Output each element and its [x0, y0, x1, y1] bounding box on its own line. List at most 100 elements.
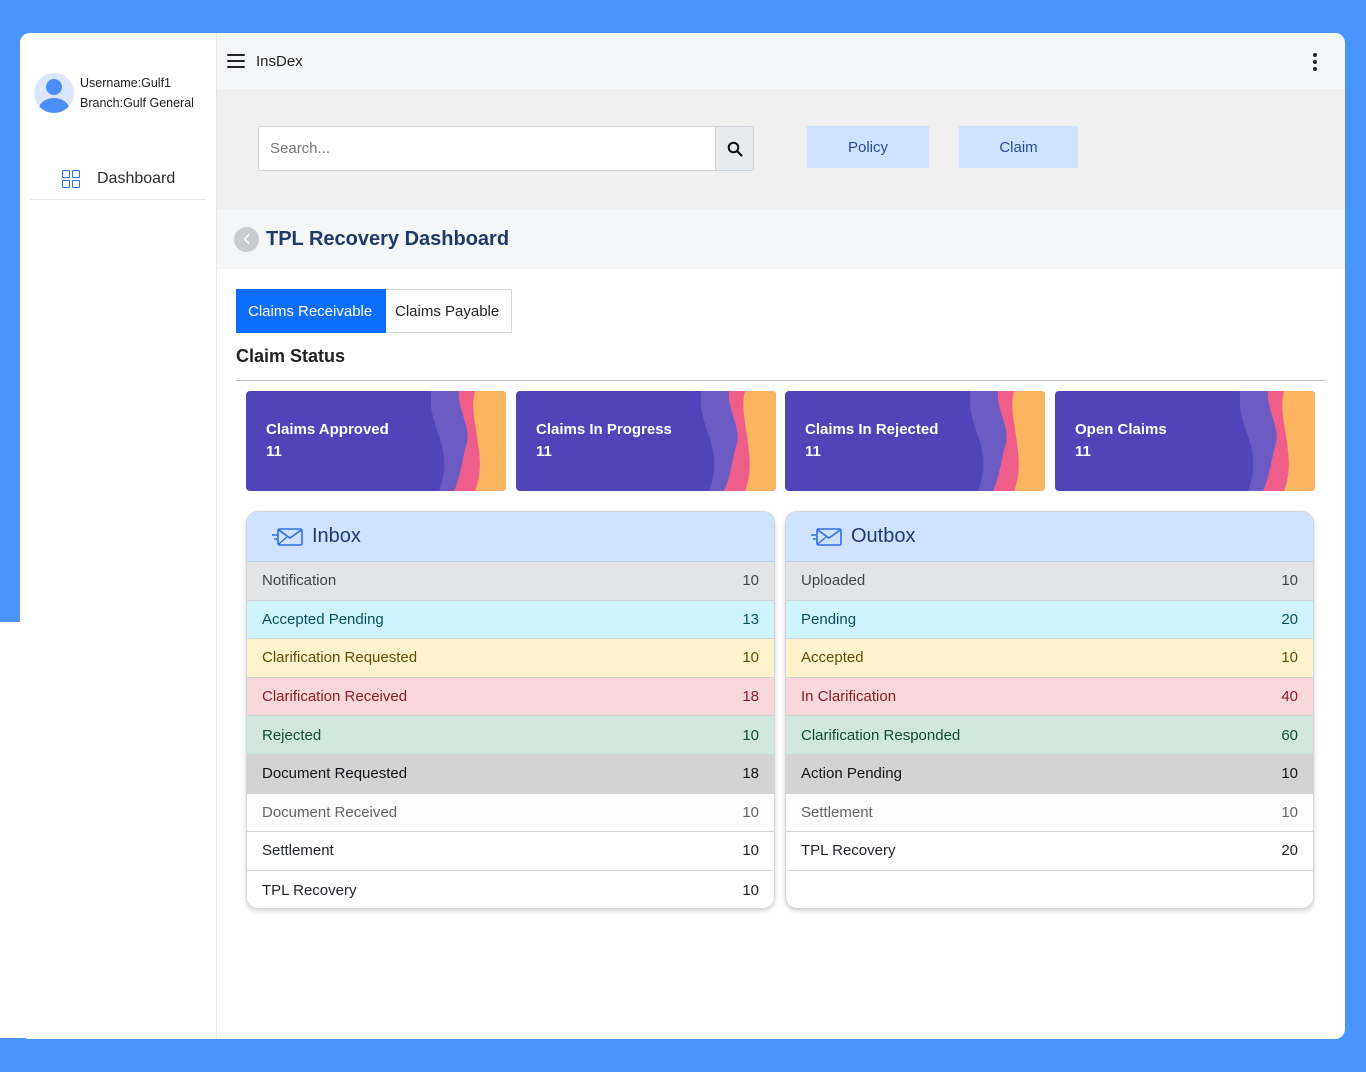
row-label: Notification — [262, 572, 337, 590]
row-count: 40 — [1281, 688, 1298, 706]
more-options-icon[interactable] — [1313, 53, 1317, 71]
wave-decoration — [970, 391, 1045, 491]
row-count: 10 — [742, 726, 759, 744]
wave-decoration — [1240, 391, 1315, 491]
card-value: 11 — [1075, 443, 1091, 460]
outbox-row[interactable]: TPL Recovery 20 — [786, 832, 1313, 871]
page-header: TPL Recovery Dashboard — [217, 209, 1345, 269]
inbox-row[interactable]: TPL Recovery 10 — [247, 870, 774, 908]
row-count: 10 — [742, 572, 759, 590]
status-card-in-progress[interactable]: Claims In Progress 11 — [516, 391, 776, 491]
search-input[interactable] — [259, 127, 715, 170]
row-label: Accepted — [801, 649, 864, 667]
row-count: 18 — [742, 765, 759, 783]
row-label: Accepted Pending — [262, 610, 384, 628]
card-value: 11 — [805, 443, 821, 460]
inbox-header: Inbox — [247, 512, 774, 562]
sidebar: Username:Gulf1 Branch:Gulf General Dashb… — [20, 33, 217, 1039]
inbox-panel: Inbox Notification 10 Accepted Pending 13 … — [246, 511, 775, 909]
row-count: 10 — [1281, 649, 1298, 667]
app-window: Username:Gulf1 Branch:Gulf General Dashb… — [20, 33, 1345, 1039]
status-card-open[interactable]: Open Claims 11 — [1055, 391, 1315, 491]
status-card-rejected[interactable]: Claims In Rejected 11 — [785, 391, 1045, 491]
inbox-row[interactable]: Document Received 10 — [247, 793, 774, 833]
row-label: TPL Recovery — [262, 881, 357, 899]
policy-button[interactable]: Policy — [807, 126, 929, 168]
row-count: 10 — [1281, 765, 1298, 783]
mail-icon — [811, 527, 842, 546]
divider — [236, 380, 1325, 381]
outbox-row[interactable]: In Clarification 40 — [786, 677, 1313, 717]
status-cards: Claims Approved 11 Claims In Progress 11 — [246, 391, 1315, 491]
card-label: Claims In Rejected — [805, 421, 939, 438]
inbox-row[interactable]: Settlement 10 — [247, 832, 774, 871]
status-card-approved[interactable]: Claims Approved 11 — [246, 391, 506, 491]
search-button[interactable] — [715, 127, 753, 170]
outbox-title: Outbox — [851, 525, 916, 547]
outbox-row[interactable]: Settlement 10 — [786, 793, 1313, 833]
inbox-title: Inbox — [312, 525, 361, 547]
tab-bar: Claims Receivable Claims Payable — [236, 289, 512, 333]
top-bar: InsDex — [217, 33, 1345, 89]
row-label: Clarification Responded — [801, 726, 961, 744]
inbox-row[interactable]: Document Requested 18 — [247, 754, 774, 794]
card-value: 11 — [536, 443, 552, 460]
page-title: TPL Recovery Dashboard — [266, 227, 510, 250]
avatar[interactable] — [34, 73, 74, 113]
section-title: Claim Status — [236, 346, 346, 366]
card-label: Open Claims — [1075, 421, 1167, 438]
username: Username:Gulf1 — [80, 76, 172, 90]
app-brand: InsDex — [256, 52, 303, 70]
row-count: 10 — [742, 842, 759, 860]
row-count: 10 — [742, 649, 759, 667]
search-icon — [727, 141, 743, 157]
row-count: 10 — [742, 803, 759, 821]
row-count: 20 — [1281, 842, 1298, 860]
row-label: Clarification Received — [262, 688, 408, 706]
search-band: Policy Claim — [217, 89, 1345, 209]
user-text: Username:Gulf1 Branch:Gulf General — [80, 73, 194, 113]
row-count: 10 — [742, 881, 759, 899]
outbox-header: Outbox — [786, 512, 1313, 562]
inbox-row[interactable]: Clarification Received 18 — [247, 677, 774, 717]
claim-button[interactable]: Claim — [959, 126, 1078, 168]
chevron-left-icon — [243, 234, 249, 244]
outbox-row[interactable]: Uploaded 10 — [786, 562, 1313, 601]
branch: Branch:Gulf General — [80, 96, 194, 110]
user-info: Username:Gulf1 Branch:Gulf General — [34, 73, 194, 113]
row-count: 10 — [1281, 803, 1298, 821]
sidebar-item-label: Dashboard — [97, 169, 176, 187]
outbox-row[interactable]: Accepted 10 — [786, 639, 1313, 678]
grid-icon — [62, 169, 80, 188]
row-label: Clarification Requested — [262, 649, 418, 667]
sidebar-item-dashboard[interactable]: Dashboard — [30, 158, 206, 200]
inbox-row[interactable]: Notification 10 — [247, 562, 774, 601]
row-label: Document Received — [262, 803, 398, 821]
row-label: Uploaded — [801, 572, 866, 590]
row-label: TPL Recovery — [801, 842, 896, 860]
wave-decoration — [701, 391, 776, 491]
row-count: 10 — [1281, 572, 1298, 590]
inbox-row[interactable]: Accepted Pending 13 — [247, 600, 774, 640]
outbox-row[interactable]: Clarification Responded 60 — [786, 716, 1313, 755]
tab-claims-payable[interactable]: Claims Payable — [386, 289, 512, 333]
row-count: 20 — [1281, 610, 1298, 628]
row-label: Settlement — [262, 842, 334, 860]
row-count: 60 — [1281, 726, 1298, 744]
main-content: InsDex Policy Claim T — [217, 33, 1345, 1039]
row-label: In Clarification — [801, 688, 897, 706]
back-button[interactable] — [234, 226, 259, 252]
row-label: Document Requested — [262, 765, 408, 783]
card-label: Claims In Progress — [536, 421, 672, 438]
search-group — [258, 126, 754, 171]
menu-icon[interactable] — [227, 54, 245, 68]
inbox-row[interactable]: Rejected 10 — [247, 716, 774, 755]
card-label: Claims Approved — [266, 421, 389, 438]
row-count: 18 — [742, 688, 759, 706]
inbox-row[interactable]: Clarification Requested 10 — [247, 639, 774, 678]
outbox-row[interactable]: Action Pending 10 — [786, 754, 1313, 794]
row-label: Settlement — [801, 803, 873, 821]
card-value: 11 — [266, 443, 282, 460]
tab-claims-receivable[interactable]: Claims Receivable — [236, 289, 386, 333]
outbox-row[interactable]: Pending 20 — [786, 600, 1313, 640]
